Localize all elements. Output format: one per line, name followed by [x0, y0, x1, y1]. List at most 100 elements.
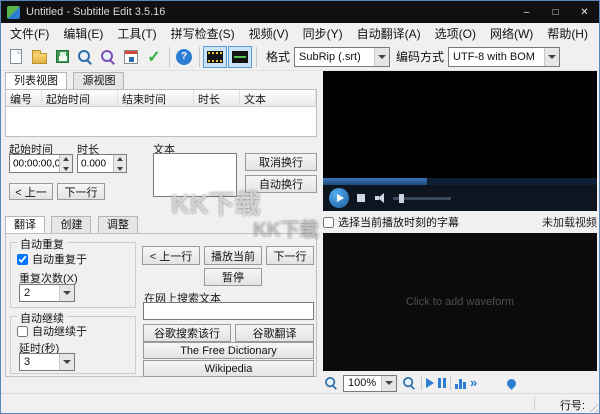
format-value: SubRip (.srt) — [299, 50, 361, 63]
waveform-pause-icon[interactable] — [438, 378, 446, 388]
open-file-button[interactable] — [28, 46, 50, 68]
previous-line-button[interactable]: < 上一行 — [142, 246, 200, 265]
encoding-value: UTF-8 with BOM — [453, 50, 535, 63]
toolbar-separator — [256, 46, 257, 67]
menu-network[interactable]: 网络(W) — [483, 23, 540, 44]
tab-list-view[interactable]: 列表视图 — [5, 72, 67, 90]
toolbar-separator — [199, 46, 200, 67]
chevron-down-icon[interactable] — [59, 354, 74, 370]
waveform-toolbar: 100% — [323, 373, 597, 393]
resize-grip[interactable] — [586, 400, 598, 412]
toggle-video-button[interactable] — [203, 45, 227, 68]
help-button[interactable] — [173, 46, 195, 68]
visual-sync-button[interactable] — [120, 46, 142, 68]
view-tabs: 列表视图 源视图 — [5, 71, 126, 90]
spectrogram-icon[interactable] — [455, 378, 466, 389]
next-line-button[interactable]: 下一行 — [266, 246, 314, 265]
pause-button[interactable]: 暂停 — [204, 268, 262, 286]
volume-slider-thumb[interactable] — [399, 193, 404, 203]
duration-stepper[interactable] — [113, 155, 126, 172]
google-search-button[interactable]: 谷歌搜索该行 — [143, 324, 231, 342]
encoding-combobox[interactable]: UTF-8 with BOM — [448, 46, 561, 67]
column-header-text[interactable]: 文本 — [240, 90, 316, 106]
waveform-zoom-combobox[interactable]: 100% — [343, 374, 397, 392]
menu-sync[interactable]: 同步(Y) — [296, 23, 350, 44]
menu-file[interactable]: 文件(F) — [3, 23, 56, 44]
google-translate-button[interactable]: 谷歌翻译 — [235, 324, 314, 342]
start-time-stepper[interactable] — [59, 155, 72, 172]
volume-slider[interactable] — [393, 193, 451, 203]
title-bar: Untitled - Subtitle Edit 3.5.16 – □ ✕ — [1, 1, 599, 23]
column-header-duration[interactable]: 时长 — [194, 90, 240, 106]
video-progress-fill — [323, 178, 428, 185]
free-dictionary-button[interactable]: The Free Dictionary — [143, 342, 314, 359]
repeat-count-combobox[interactable]: 2 — [19, 284, 75, 302]
find-button[interactable] — [74, 46, 96, 68]
tab-adjust[interactable]: 调整 — [97, 216, 138, 234]
menu-help[interactable]: 帮助(H) — [540, 23, 595, 44]
auto-repeat-checkbox[interactable] — [17, 253, 28, 265]
previous-subtitle-button[interactable]: < 上一 — [9, 183, 53, 200]
waveform-area[interactable]: Click to add waveform — [323, 233, 597, 371]
close-button[interactable]: ✕ — [570, 1, 599, 23]
zoom-out-icon[interactable] — [324, 376, 338, 390]
maximize-button[interactable]: □ — [541, 1, 570, 23]
zoom-in-icon[interactable] — [402, 376, 416, 390]
autobreak-button[interactable]: 自动换行 — [245, 175, 317, 193]
stop-icon[interactable] — [357, 194, 365, 202]
auto-repeat-checkbox-row: 自动重复于 — [17, 251, 87, 267]
auto-continue-checkbox[interactable] — [17, 325, 28, 337]
chevron-down-icon[interactable] — [381, 375, 396, 391]
line-number-label: 行号: — [559, 400, 585, 412]
column-header-number[interactable]: 编号 — [6, 90, 42, 106]
fast-forward-icon[interactable] — [470, 374, 477, 392]
volume-icon[interactable] — [375, 193, 387, 203]
chevron-down-icon[interactable] — [544, 47, 560, 66]
format-combobox[interactable]: SubRip (.srt) — [294, 46, 391, 67]
video-options-row: 选择当前播放时刻的字幕 未加载视频 — [323, 213, 597, 231]
subtitle-text-input[interactable] — [153, 153, 237, 197]
auto-repeat-checkbox-label: 自动重复于 — [32, 254, 87, 266]
delay-combobox[interactable]: 3 — [19, 353, 75, 371]
video-player[interactable] — [323, 71, 597, 211]
menu-edit[interactable]: 编辑(E) — [56, 23, 110, 44]
menu-tools[interactable]: 工具(T) — [110, 23, 163, 44]
toggle-waveform-button[interactable] — [228, 45, 252, 68]
auto-continue-checkbox-row: 自动继续于 — [17, 323, 87, 339]
mode-tabs: 翻译 创建 调整 — [5, 215, 140, 234]
chevron-down-icon[interactable] — [374, 47, 390, 66]
toolbar-separator — [450, 376, 451, 390]
minimize-button[interactable]: – — [512, 1, 541, 23]
tab-create[interactable]: 创建 — [51, 216, 92, 234]
chevron-down-icon[interactable] — [59, 285, 74, 301]
save-button[interactable] — [51, 46, 73, 68]
tab-translate[interactable]: 翻译 — [5, 216, 45, 234]
replace-button[interactable] — [97, 46, 119, 68]
status-bar: 行号: — [1, 393, 599, 413]
subtitle-list[interactable]: 编号 起始时间 结束时间 时长 文本 — [5, 89, 317, 137]
position-marker-icon[interactable] — [505, 376, 519, 390]
video-progress-bar[interactable] — [323, 178, 597, 185]
column-header-end[interactable]: 结束时间 — [118, 90, 194, 106]
column-header-start[interactable]: 起始时间 — [42, 90, 118, 106]
app-icon — [7, 5, 20, 19]
toolbar-separator — [421, 376, 422, 390]
wikipedia-button[interactable]: Wikipedia — [143, 360, 314, 377]
waveform-play-icon[interactable] — [426, 378, 434, 388]
tab-source-view[interactable]: 源视图 — [73, 72, 125, 90]
select-current-subtitle-checkbox[interactable] — [323, 216, 334, 228]
new-file-button[interactable] — [5, 46, 27, 68]
spellcheck-button[interactable] — [143, 46, 165, 68]
menu-options[interactable]: 选项(O) — [428, 23, 483, 44]
menu-spellcheck[interactable]: 拼写检查(S) — [164, 23, 242, 44]
menu-video[interactable]: 视频(V) — [242, 23, 296, 44]
web-search-input[interactable] — [143, 302, 314, 320]
menu-autotranslate[interactable]: 自动翻译(A) — [350, 23, 428, 44]
duration-input[interactable]: 0.000 — [77, 154, 127, 173]
play-current-button[interactable]: 播放当前 — [204, 246, 262, 265]
unbreak-button[interactable]: 取消换行 — [245, 153, 317, 171]
play-icon[interactable] — [329, 188, 349, 208]
start-time-input[interactable]: 00:00:00,000 — [9, 154, 73, 173]
next-subtitle-button[interactable]: 下一行 — [57, 183, 105, 200]
auto-repeat-title: 自动重复 — [17, 236, 67, 252]
